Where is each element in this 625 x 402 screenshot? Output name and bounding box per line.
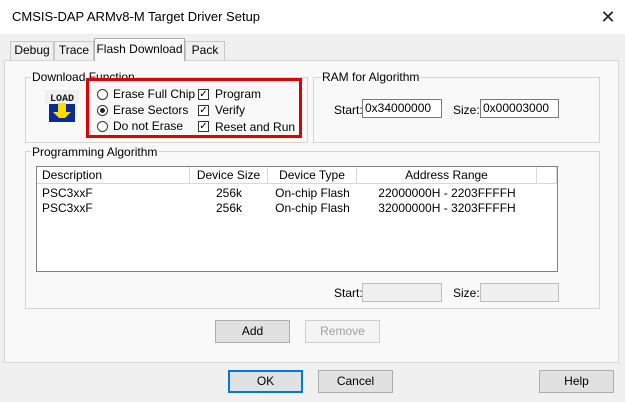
dialog-button-bar xyxy=(0,363,625,402)
ram-size-input[interactable]: 0x00003000 xyxy=(480,99,559,118)
tab-pack[interactable]: Pack xyxy=(185,41,225,60)
cancel-button[interactable]: Cancel xyxy=(318,370,393,393)
table-row-2-description[interactable]: PSC3xxF xyxy=(42,201,93,215)
remove-button[interactable]: Remove xyxy=(305,320,380,343)
help-button[interactable]: Help xyxy=(539,370,614,393)
ram-for-algorithm-label: RAM for Algorithm xyxy=(321,70,421,84)
close-icon[interactable]: ✕ xyxy=(596,5,620,29)
tab-flash-download[interactable]: Flash Download xyxy=(94,38,185,61)
table-row-1-type[interactable]: On-chip Flash xyxy=(268,186,357,200)
algorithm-start-label: Start: xyxy=(334,286,363,300)
tab-debug[interactable]: Debug xyxy=(10,41,54,60)
table-row-1-address[interactable]: 22000000H - 2203FFFFH xyxy=(357,186,537,200)
ram-start-input[interactable]: 0x34000000 xyxy=(362,99,442,118)
table-row-2-type[interactable]: On-chip Flash xyxy=(268,201,357,215)
algorithm-start-input[interactable] xyxy=(362,283,442,302)
algorithm-list[interactable]: Description Device Size Device Type Addr… xyxy=(36,166,558,272)
algorithm-size-label: Size: xyxy=(453,286,480,300)
ram-size-label: Size: xyxy=(453,103,480,117)
ok-button[interactable]: OK xyxy=(228,370,303,393)
column-header-address-range[interactable]: Address Range xyxy=(357,167,537,184)
table-row-1-size[interactable]: 256k xyxy=(190,186,268,200)
table-row-2-size[interactable]: 256k xyxy=(190,201,268,215)
window-title: CMSIS-DAP ARMv8-M Target Driver Setup xyxy=(12,9,261,24)
column-header-device-size[interactable]: Device Size xyxy=(190,167,268,184)
title-bar: CMSIS-DAP ARMv8-M Target Driver Setup ✕ xyxy=(0,0,625,34)
programming-algorithm-label: Programming Algorithm xyxy=(31,145,159,159)
ram-start-label: Start: xyxy=(334,103,363,117)
load-icon: LOAD xyxy=(45,90,79,124)
column-header-description[interactable]: Description xyxy=(37,167,190,184)
table-row-1-description[interactable]: PSC3xxF xyxy=(42,186,93,200)
tab-trace[interactable]: Trace xyxy=(54,41,94,60)
column-header-device-type[interactable]: Device Type xyxy=(268,167,357,184)
add-button[interactable]: Add xyxy=(215,320,290,343)
algorithm-size-input[interactable] xyxy=(480,283,559,302)
highlight-box xyxy=(86,78,302,138)
column-header-empty xyxy=(537,167,557,184)
table-row-2-address[interactable]: 32000000H - 3203FFFFH xyxy=(357,201,537,215)
